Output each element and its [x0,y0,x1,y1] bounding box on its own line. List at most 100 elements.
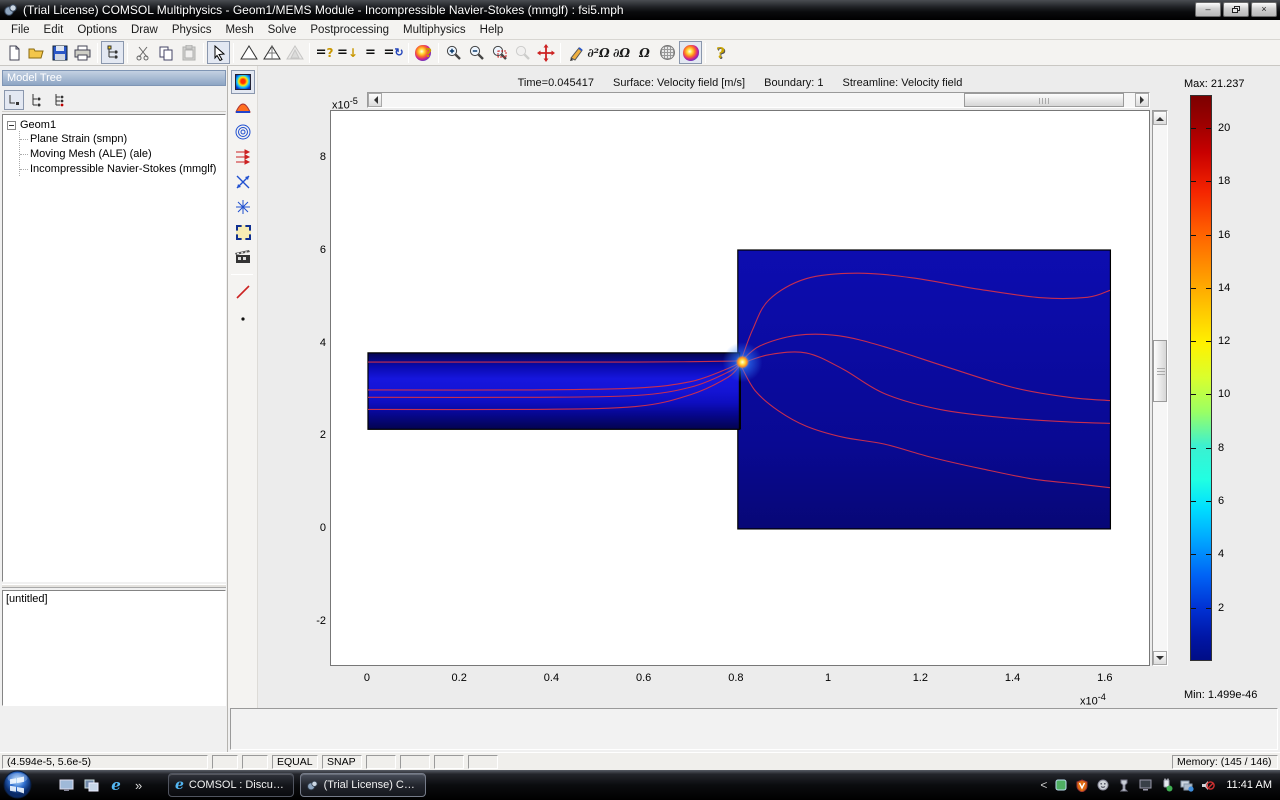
height-plot-button[interactable] [231,95,255,119]
antivirus-shield-icon[interactable] [1075,778,1089,792]
draw-mode-button[interactable] [564,41,587,64]
restore-button[interactable] [1223,2,1249,17]
scroll-left-button[interactable] [368,93,382,107]
quick-launch-chevron-icon[interactable]: » [135,778,142,793]
print-button[interactable] [71,41,94,64]
solve-button[interactable]: = [359,41,382,64]
collapse-icon[interactable] [7,121,16,130]
taskbar-button-browser[interactable]: e COMSOL : Discussio... [168,773,294,797]
menu-file[interactable]: File [4,22,37,38]
switch-windows-icon[interactable] [83,777,99,793]
horizontal-scroll-thumb[interactable] [964,93,1124,107]
arrow-plot-icon [235,149,251,165]
menu-multiphysics[interactable]: Multiphysics [396,22,473,38]
messenger-status-icon[interactable] [1096,778,1110,792]
taskbar-button-comsol[interactable]: (Trial License) COM... [300,773,426,797]
snap-mode-toggle[interactable]: SNAP [322,755,362,769]
model-tree-toggle-button[interactable] [101,41,124,64]
arrow-plot-button[interactable] [231,145,255,169]
tree-view-3-button[interactable] [50,90,70,110]
zoom-out-button[interactable] [465,41,488,64]
initialize-mesh-button[interactable] [237,41,260,64]
menu-solve[interactable]: Solve [261,22,304,38]
update-tray-icon[interactable] [1117,778,1131,792]
volume-muted-icon[interactable] [1201,778,1215,792]
draw-line-button[interactable] [231,280,255,304]
minimize-button[interactable]: – [1195,2,1221,17]
tray-app-icon[interactable] [1054,778,1068,792]
zoom-window-button[interactable] [488,41,511,64]
internet-explorer-icon[interactable]: e [108,777,124,793]
save-button[interactable] [48,41,71,64]
status-cell-empty [434,755,464,769]
vertical-scroll-thumb[interactable] [1153,340,1167,402]
plot-parameters-button[interactable]: ? [412,41,435,64]
restart-solver-button[interactable]: =↓ [336,41,359,64]
zoom-extents-button[interactable] [511,41,534,64]
menu-help[interactable]: Help [473,22,511,38]
horizontal-scrollbar[interactable] [367,92,1150,108]
menu-edit[interactable]: Edit [37,22,71,38]
contour-plot-button[interactable] [231,120,255,144]
pan-arrows-icon [537,44,555,62]
close-button[interactable]: × [1251,2,1277,17]
scroll-down-button[interactable] [1153,651,1167,665]
zoom-in-button[interactable] [442,41,465,64]
boundary-mode-button[interactable]: ∂Ω [610,41,633,64]
postprocessing-mode-button[interactable] [679,41,702,64]
tree-view-3-icon [53,93,67,107]
message-log[interactable] [230,708,1278,750]
particle-tracing-button[interactable] [231,195,255,219]
coarsen-mesh-button[interactable] [283,41,306,64]
tree-item[interactable]: Plane Strain (smpn) [20,131,223,146]
deformed-shape-button[interactable] [231,170,255,194]
scroll-up-button[interactable] [1153,111,1167,125]
network-status-icon[interactable] [1180,778,1194,792]
safely-remove-hardware-icon[interactable] [1159,778,1173,792]
vertical-scrollbar[interactable] [1152,110,1168,666]
draw-point-button[interactable] [231,307,255,331]
animation-button[interactable] [231,245,255,269]
title-bar[interactable]: (Trial License) COMSOL Multiphysics - Ge… [0,0,1280,20]
scroll-right-button[interactable] [1135,93,1149,107]
zoom-out-icon [468,44,485,61]
tree-item[interactable]: Incompressible Navier-Stokes (mmglf) [20,161,223,176]
menu-mesh[interactable]: Mesh [218,22,260,38]
start-button[interactable] [3,770,32,799]
plot-frame[interactable] [330,110,1150,666]
menu-options[interactable]: Options [70,22,124,38]
copy-button[interactable] [154,41,177,64]
refine-mesh-button[interactable] [260,41,283,64]
plot-canvas[interactable] [331,111,1151,667]
select-pointer-button[interactable] [207,41,230,64]
solver-parameters-button[interactable]: =? [313,41,336,64]
menu-physics[interactable]: Physics [165,22,219,38]
cut-button[interactable] [131,41,154,64]
show-desktop-icon[interactable] [58,777,74,793]
menu-postprocessing[interactable]: Postprocessing [303,22,396,38]
update-model-button[interactable]: =↻ [382,41,405,64]
tree-view-2-button[interactable] [27,90,47,110]
new-button[interactable] [2,41,25,64]
untitled-list[interactable]: [untitled] [2,590,226,706]
subdomain-mode-button[interactable]: Ω [633,41,656,64]
display-tray-icon[interactable] [1138,778,1152,792]
tree-item-geom1[interactable]: Geom1 [5,119,223,131]
taskbar-clock[interactable]: 11:41 AM [1226,779,1272,791]
equal-mode-toggle[interactable]: EQUAL [272,755,318,769]
tree-view-1-button[interactable] [4,90,24,110]
surface-plot-button[interactable] [231,70,255,94]
point-mode-button[interactable]: ∂²Ω [587,41,610,64]
model-tree-panel: Model Tree Geom1 Plane Strain (smpn)Movi… [0,66,228,752]
tree-item[interactable]: Moving Mesh (ALE) (ale) [20,146,223,161]
colorbar-max-label: Max: 21.237 [1184,78,1245,90]
tray-chevron-icon[interactable]: < [1040,778,1047,792]
paste-button[interactable] [177,41,200,64]
mesh-mode-button[interactable] [656,41,679,64]
open-button[interactable] [25,41,48,64]
help-button[interactable]: ? [709,41,732,64]
menu-draw[interactable]: Draw [124,22,165,38]
pan-button[interactable] [534,41,557,64]
panel-splitter[interactable] [2,584,226,588]
domain-plot-button[interactable] [231,220,255,244]
